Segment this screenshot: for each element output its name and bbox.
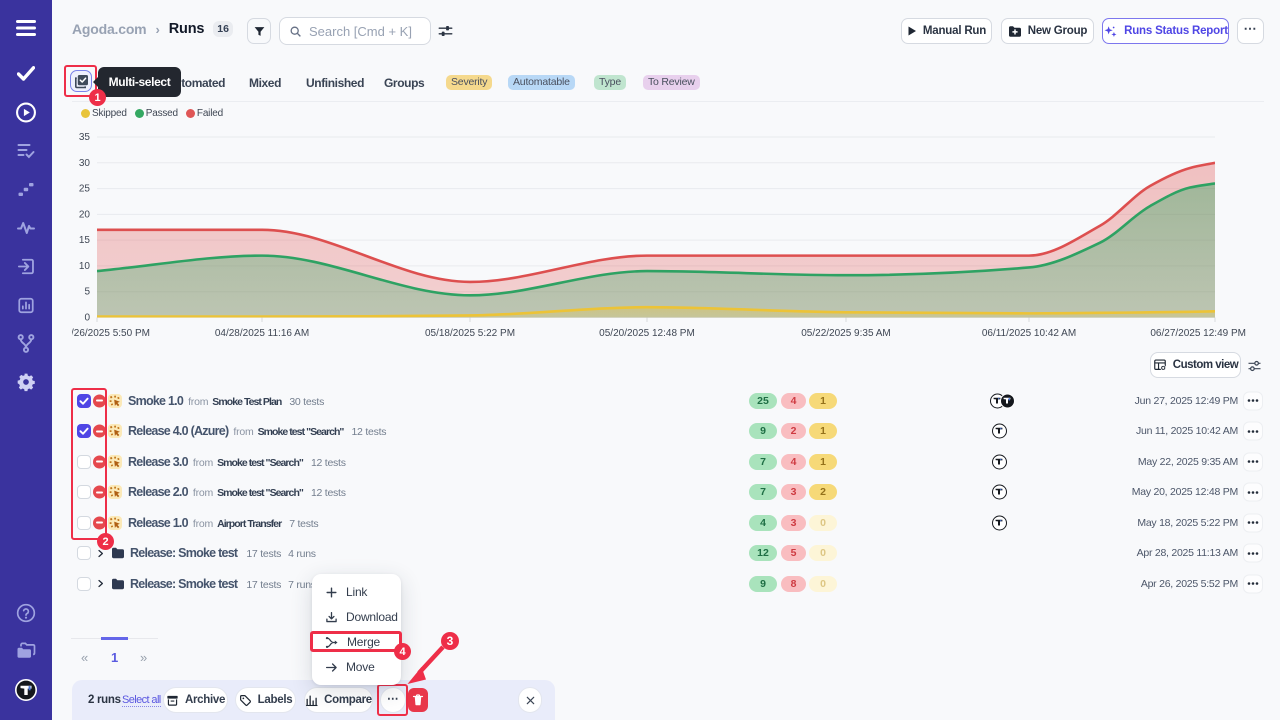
svg-text:0: 0 [84, 313, 90, 324]
svg-text:10: 10 [79, 261, 91, 272]
svg-text:05/18/2025 5:22 PM: 05/18/2025 5:22 PM [425, 328, 515, 339]
svg-text:06/11/2025 10:42 AM: 06/11/2025 10:42 AM [982, 328, 1076, 339]
svg-text:35: 35 [79, 132, 91, 143]
svg-text:15: 15 [79, 235, 91, 246]
svg-text:30: 30 [79, 158, 91, 169]
svg-text:25: 25 [79, 184, 91, 195]
svg-text:/26/2025 5:50 PM: /26/2025 5:50 PM [71, 328, 150, 339]
svg-text:5: 5 [84, 287, 90, 298]
svg-text:06/27/2025 12:49 PM: 06/27/2025 12:49 PM [1150, 328, 1246, 339]
svg-text:04/28/2025 11:16 AM: 04/28/2025 11:16 AM [215, 328, 309, 339]
svg-text:05/20/2025 12:48 PM: 05/20/2025 12:48 PM [599, 328, 695, 339]
svg-text:20: 20 [79, 209, 91, 220]
svg-text:05/22/2025 9:35 AM: 05/22/2025 9:35 AM [801, 328, 891, 339]
